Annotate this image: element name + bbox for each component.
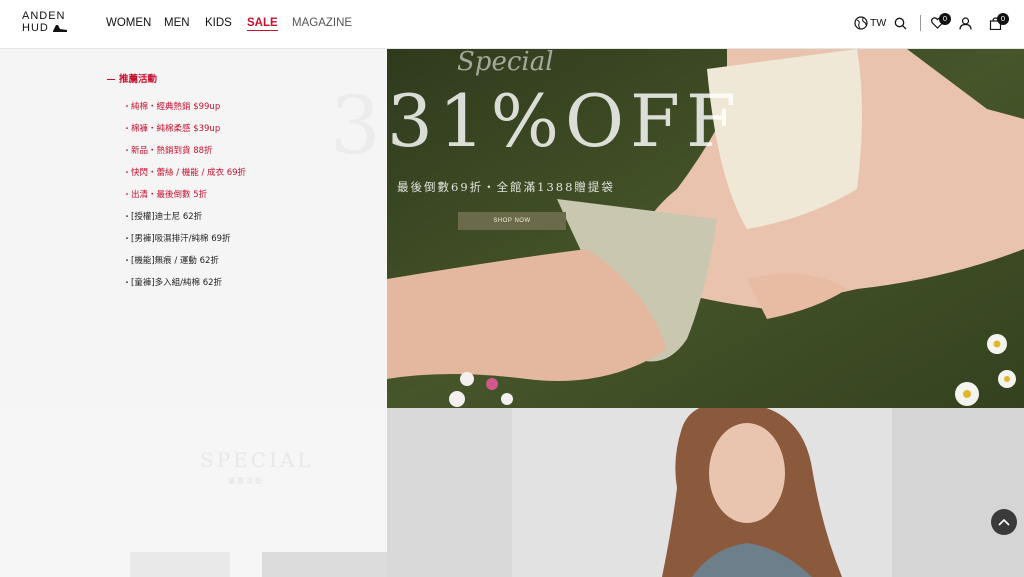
- product-thumbnail[interactable]: [130, 552, 230, 577]
- menu-item[interactable]: [機能]無痕 / 運動 62折: [127, 254, 246, 276]
- nav-sale[interactable]: SALE: [247, 17, 278, 31]
- region-label[interactable]: TW: [870, 17, 886, 29]
- menu-item[interactable]: [授權]迪士尼 62折: [127, 210, 246, 232]
- chevron-up-icon: [998, 518, 1010, 526]
- menu-item[interactable]: 純棉・經典熱銷 $99up: [127, 100, 246, 122]
- menu-item[interactable]: 新品・熱銷到貨 88折: [127, 144, 246, 166]
- globe-icon[interactable]: [851, 13, 871, 33]
- wishlist-badge: 0: [939, 13, 951, 25]
- site-header: ANDEN HUD WOMEN MEN KIDS SALE MAGAZINE T…: [0, 0, 1024, 49]
- product-thumbnail[interactable]: [262, 552, 387, 577]
- hero-banner[interactable]: Special 31%OFF 最後倒數69折・全館滿1388贈提袋 SHOP N…: [387, 49, 1024, 408]
- menu-item[interactable]: [男褲]吸濕排汗/純棉 69折: [127, 232, 246, 254]
- menu-heading-label: 推薦活動: [119, 74, 158, 85]
- menu-heading[interactable]: 推薦活動: [107, 71, 157, 85]
- nav-men[interactable]: MEN: [164, 17, 190, 29]
- shoe-logo-icon: [53, 25, 67, 32]
- hero-subline: 最後倒數69折・全館滿1388贈提袋: [397, 180, 615, 194]
- heading-dash: [107, 79, 115, 80]
- logo-line-1: ANDEN: [22, 10, 66, 22]
- user-icon[interactable]: [955, 13, 975, 33]
- special-section: SPECIAL 優惠活動: [0, 408, 387, 577]
- brand-logo[interactable]: ANDEN HUD: [22, 10, 68, 36]
- promo-menu-panel: 31%OFF 推薦活動 純棉・經典熱銷 $99up 棉褲・純棉柔感 $39up …: [0, 49, 387, 408]
- hero-ghost-text: 31%OFF: [330, 79, 387, 172]
- menu-item[interactable]: 出清・最後倒數 5折: [127, 188, 246, 210]
- menu-item[interactable]: 快閃・蕾絲 / 機能 / 成衣 69折: [127, 166, 246, 188]
- header-divider: [920, 15, 921, 31]
- nav-magazine[interactable]: MAGAZINE: [292, 17, 352, 29]
- special-subtitle: 優惠活動: [228, 477, 264, 485]
- search-icon[interactable]: [890, 13, 910, 33]
- model-photo: [512, 408, 1024, 577]
- shop-now-button[interactable]: SHOP NOW: [458, 212, 566, 230]
- nav-women[interactable]: WOMEN: [106, 17, 151, 29]
- section-image-left: [387, 408, 512, 577]
- special-title: SPECIAL: [200, 448, 314, 472]
- cart-badge: 0: [997, 13, 1009, 25]
- hero-headline: 31%OFF: [387, 79, 742, 163]
- hero-script-text: Special: [457, 49, 554, 77]
- nav-kids[interactable]: KIDS: [205, 17, 232, 29]
- promo-menu-list: 純棉・經典熱銷 $99up 棉褲・純棉柔感 $39up 新品・熱銷到貨 88折 …: [127, 100, 246, 298]
- menu-item[interactable]: [童褲]多入組/純棉 62折: [127, 276, 246, 298]
- menu-item[interactable]: 棉褲・純棉柔感 $39up: [127, 122, 246, 144]
- model-image[interactable]: [512, 408, 1024, 577]
- scroll-to-top-button[interactable]: [991, 509, 1017, 535]
